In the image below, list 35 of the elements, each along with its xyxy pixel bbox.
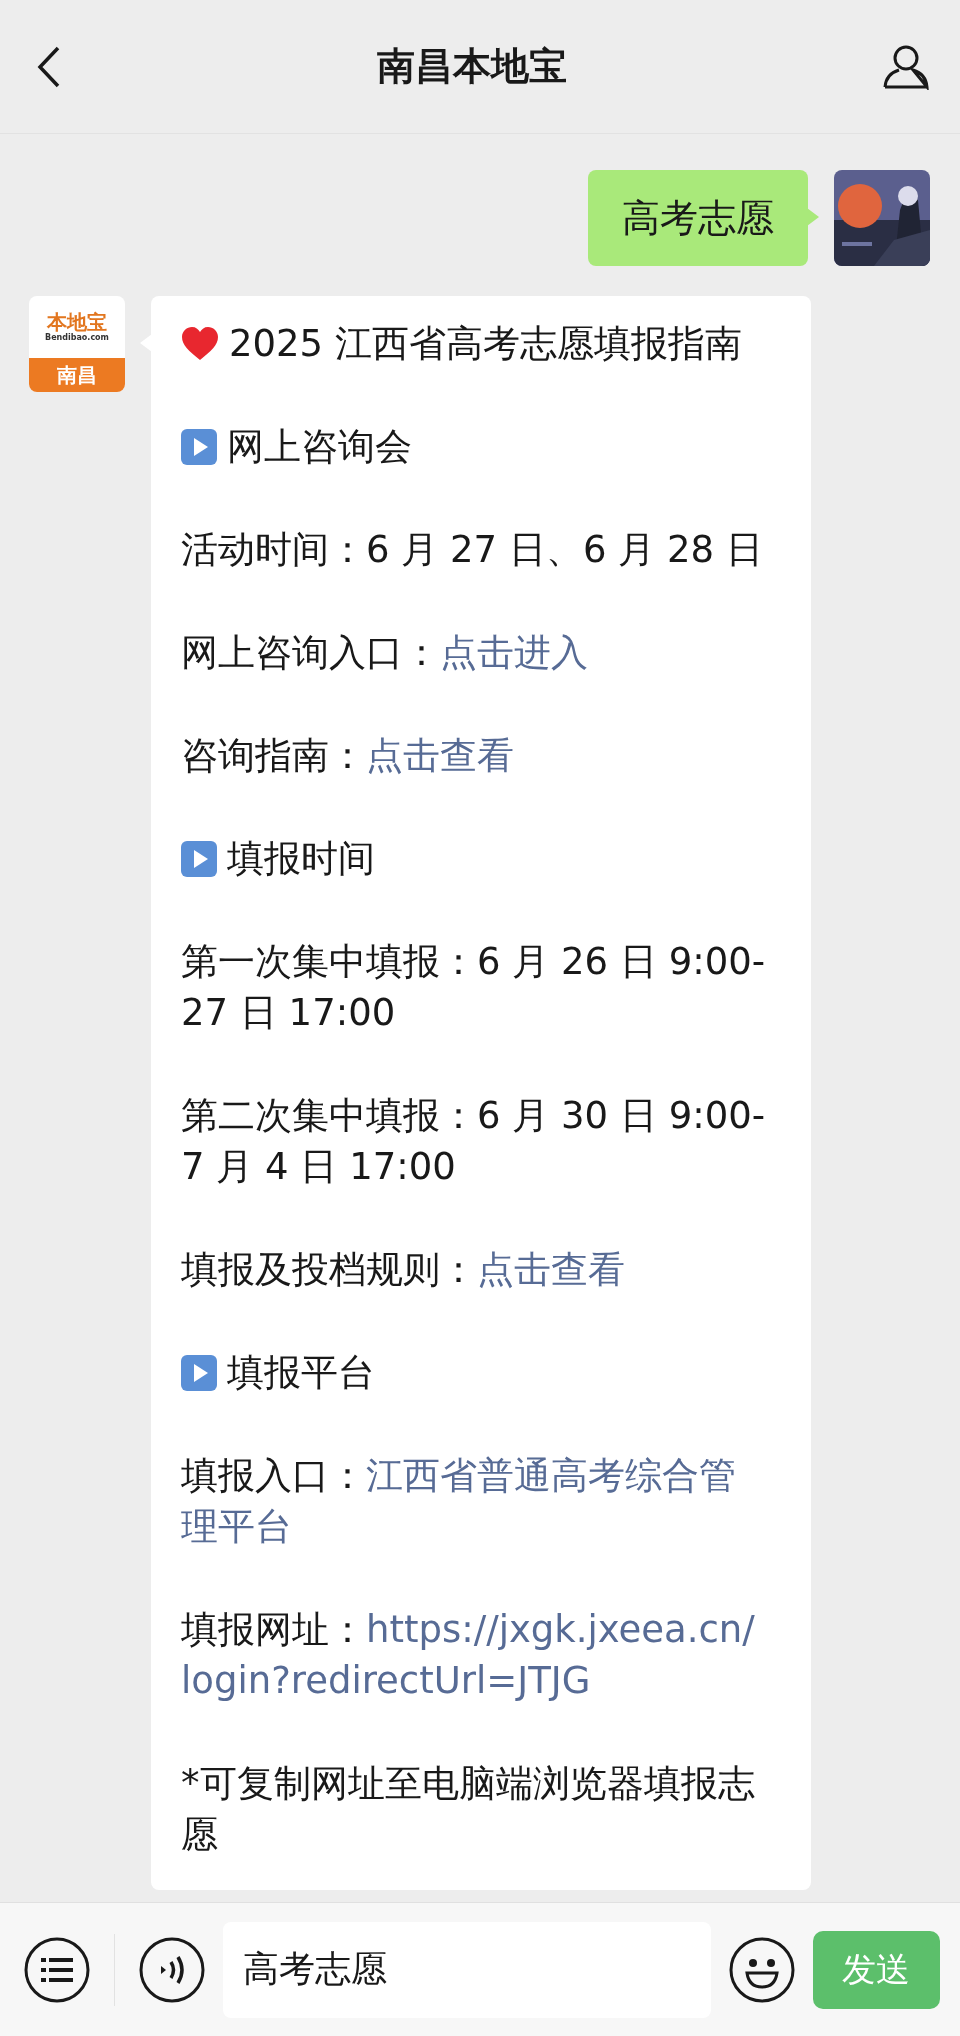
message-paragraph: 活动时间：6 月 27 日、6 月 28 日 <box>181 527 764 573</box>
message-paragraph: 填报及投档规则：点击查看 <box>181 1247 626 1293</box>
logo-city: 南昌 <box>29 358 125 392</box>
back-button[interactable] <box>36 44 62 89</box>
section-heading: 填报平台 <box>227 1350 375 1396</box>
chat-title: 南昌本地宝 <box>377 43 567 90</box>
message-title: 2025 江西省高考志愿填报指南 <box>229 321 742 367</box>
link[interactable]: 江西省普通高考综合管 <box>366 1450 736 1501</box>
link[interactable]: https://jxgk.jxeea.cn/ <box>366 1604 755 1655</box>
emoji-button[interactable] <box>728 1936 795 2003</box>
section-heading: 网上咨询会 <box>227 424 412 470</box>
play-icon <box>181 428 217 465</box>
link[interactable]: login?redirectUrl=JTJG <box>181 1655 591 1706</box>
play-icon <box>181 1354 217 1391</box>
field-label: 填报网址： <box>181 1608 366 1651</box>
link[interactable]: 理平台 <box>181 1501 292 1552</box>
profile-button[interactable] <box>882 43 930 90</box>
heart-icon <box>181 326 219 361</box>
play-icon <box>181 840 217 877</box>
voice-button[interactable] <box>138 1936 205 2003</box>
link[interactable]: 点击查看 <box>366 734 514 777</box>
message-input[interactable]: 高考志愿 <box>222 1921 711 2018</box>
message-paragraph: 咨询指南：点击查看 <box>181 733 515 779</box>
field-label: 填报入口： <box>181 1454 366 1497</box>
menu-button[interactable] <box>24 1936 90 2003</box>
message-paragraph: 第一次集中填报：6 月 26 日 9:00-27 日 17:00 <box>181 939 767 1036</box>
logo-brand: 本地宝 <box>47 311 107 333</box>
logo-domain: Bendibao.com <box>45 333 109 343</box>
message-paragraph: *可复制网址至电脑端浏览器填报志愿 <box>181 1761 756 1858</box>
link[interactable]: 点击进入 <box>440 631 588 674</box>
sent-message: 高考志愿 <box>588 170 808 266</box>
message-paragraph: 网上咨询入口：点击进入 <box>181 630 589 676</box>
message-paragraph: 第二次集中填报：6 月 30 日 9:00-7 月 4 日 17:00 <box>181 1093 767 1190</box>
link[interactable]: 点击查看 <box>477 1248 625 1291</box>
section-heading: 填报时间 <box>227 836 375 882</box>
